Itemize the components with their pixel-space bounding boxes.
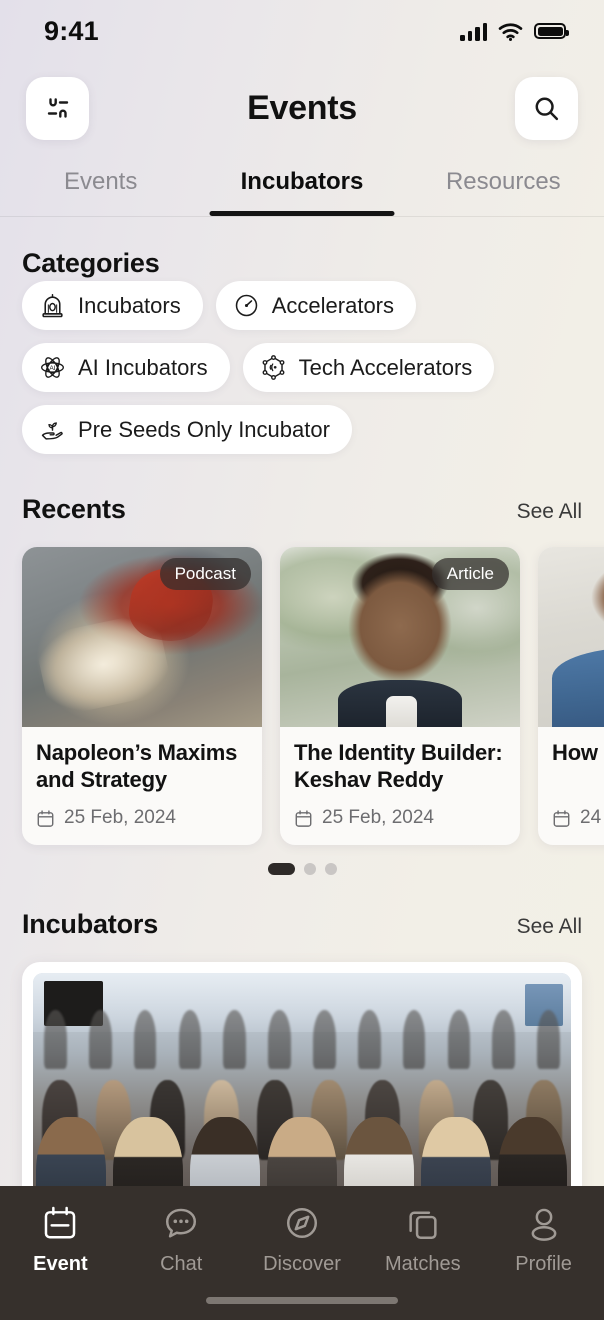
app-header: Events xyxy=(0,62,604,154)
nav-label: Event xyxy=(33,1253,88,1275)
status-bar: 9:41 xyxy=(0,0,604,62)
incubators-header: Incubators See All xyxy=(0,909,604,940)
page-title: Events xyxy=(247,88,357,127)
recents-card[interactable]: Podcast Napoleon’s Maxims and Strategy 2… xyxy=(22,547,262,845)
recents-card-meta: 24 Fe xyxy=(552,807,604,829)
nav-item-event[interactable]: Event xyxy=(0,1204,121,1276)
nav-label: Matches xyxy=(384,1253,461,1275)
recents-card-meta: 25 Feb, 2024 xyxy=(36,807,248,829)
ai-atom-icon: AI xyxy=(41,357,64,378)
bottom-navigation-bar: Event Chat Discover Matches Profile xyxy=(0,1186,604,1320)
recents-card[interactable]: Article The Identity Builder: Keshav Red… xyxy=(280,547,520,845)
nav-item-chat[interactable]: Chat xyxy=(121,1204,242,1276)
tabs-divider xyxy=(0,216,604,217)
carousel-dot[interactable] xyxy=(324,863,337,875)
cards-stack-icon xyxy=(409,1211,437,1239)
speedometer-icon xyxy=(235,294,257,317)
recents-card-date: 25 Feb, 2024 xyxy=(322,807,434,828)
home-indicator xyxy=(206,1297,398,1304)
recents-card-thumbnail xyxy=(538,547,604,727)
person-icon xyxy=(531,1208,556,1241)
categories-section: Categories Incubators Accelerators AI AI… xyxy=(0,218,604,454)
content-type-badge: Article xyxy=(431,558,509,590)
settings-menu-button[interactable] xyxy=(26,76,89,140)
chat-bubble-icon xyxy=(166,1208,197,1238)
carousel-dot-active[interactable] xyxy=(267,863,295,875)
category-chip-pre-seeds-only-incubator[interactable]: Pre Seeds Only Incubator xyxy=(22,405,352,454)
settings-sliders-icon xyxy=(47,98,68,118)
nav-item-discover[interactable]: Discover xyxy=(242,1204,363,1276)
search-icon xyxy=(535,97,559,120)
incubators-see-all-link[interactable]: See All xyxy=(517,915,582,939)
category-chip-accelerators[interactable]: Accelerators xyxy=(215,281,417,330)
recents-carousel[interactable]: Podcast Napoleon’s Maxims and Strategy 2… xyxy=(0,547,604,845)
recents-title: Recents xyxy=(22,494,126,524)
recents-card-body: The Identity Builder: Keshav Reddy 25 Fe… xyxy=(280,727,520,845)
recents-section: Recents See All Podcast Napoleon’s Maxim… xyxy=(0,494,604,875)
incubator-icon xyxy=(42,293,63,318)
section-tabs: Events Incubators Resources xyxy=(0,154,604,216)
carousel-page-indicator xyxy=(0,863,604,875)
search-button[interactable] xyxy=(515,76,578,140)
chip-label: AI Incubators xyxy=(78,354,208,380)
tab-resources[interactable]: Resources xyxy=(403,154,604,216)
recents-card-body: Napoleon’s Maxims and Strategy 25 Feb, 2… xyxy=(22,727,262,845)
recents-card-thumbnail: Article xyxy=(280,547,520,727)
incubators-title: Incubators xyxy=(22,909,159,939)
recents-card-title: How to Startu xyxy=(552,740,604,765)
recents-card-body: How to Startu 24 Fe xyxy=(538,727,604,845)
calendar-icon xyxy=(553,809,570,827)
content-type-badge: Podcast xyxy=(159,558,251,590)
recents-header: Recents See All xyxy=(0,494,604,525)
recents-see-all-link[interactable]: See All xyxy=(517,500,582,524)
scroll-content[interactable]: Categories Incubators Accelerators AI AI… xyxy=(0,218,604,1320)
category-chip-ai-incubators[interactable]: AI AI Incubators xyxy=(22,343,230,392)
recents-card-title: The Identity Builder: Keshav Reddy xyxy=(294,740,503,792)
category-chip-tech-accelerators[interactable]: Tech Accelerators xyxy=(242,343,495,392)
nav-label: Profile xyxy=(515,1253,572,1275)
chip-label: Pre Seeds Only Incubator xyxy=(78,416,330,442)
nav-item-profile[interactable]: Profile xyxy=(483,1204,604,1276)
nav-item-matches[interactable]: Matches xyxy=(362,1204,483,1276)
status-bar-icons xyxy=(460,22,569,41)
category-chip-incubators[interactable]: Incubators xyxy=(22,281,203,330)
calendar-icon xyxy=(37,809,54,827)
chip-label: Incubators xyxy=(78,292,181,318)
smiling-man-blue-sweater-image xyxy=(538,547,604,727)
recents-card-meta: 25 Feb, 2024 xyxy=(294,807,506,829)
tab-incubators[interactable]: Incubators xyxy=(201,154,402,216)
compass-icon xyxy=(286,1207,318,1239)
hand-sprout-icon xyxy=(41,422,63,440)
cellular-signal-icon xyxy=(460,22,487,41)
tab-events[interactable]: Events xyxy=(0,154,201,216)
recents-card-date: 25 Feb, 2024 xyxy=(64,807,176,828)
status-bar-time: 9:41 xyxy=(44,15,99,46)
calendar-icon xyxy=(45,1206,76,1239)
carousel-dot[interactable] xyxy=(303,863,316,875)
chip-label: Accelerators xyxy=(271,292,395,318)
battery-icon xyxy=(534,23,569,39)
recents-card-thumbnail: Podcast xyxy=(22,547,262,727)
wifi-icon xyxy=(498,23,523,41)
svg-text:AI: AI xyxy=(49,365,55,372)
chip-label: Tech Accelerators xyxy=(298,354,473,380)
recents-card-title: Napoleon’s Maxims and Strategy xyxy=(36,740,238,792)
nav-label: Discover xyxy=(263,1253,341,1275)
app-screen: 9:41 Events Events Incubators Resources … xyxy=(0,0,604,1320)
calendar-icon xyxy=(295,809,312,827)
recents-card-date: 24 Fe xyxy=(580,807,604,828)
categories-title: Categories xyxy=(22,248,160,278)
tech-network-icon xyxy=(262,355,285,380)
category-chip-list: Incubators Accelerators AI AI Incubators… xyxy=(22,281,582,454)
nav-label: Chat xyxy=(160,1253,203,1275)
recents-card[interactable]: How to Startu 24 Fe xyxy=(538,547,604,845)
